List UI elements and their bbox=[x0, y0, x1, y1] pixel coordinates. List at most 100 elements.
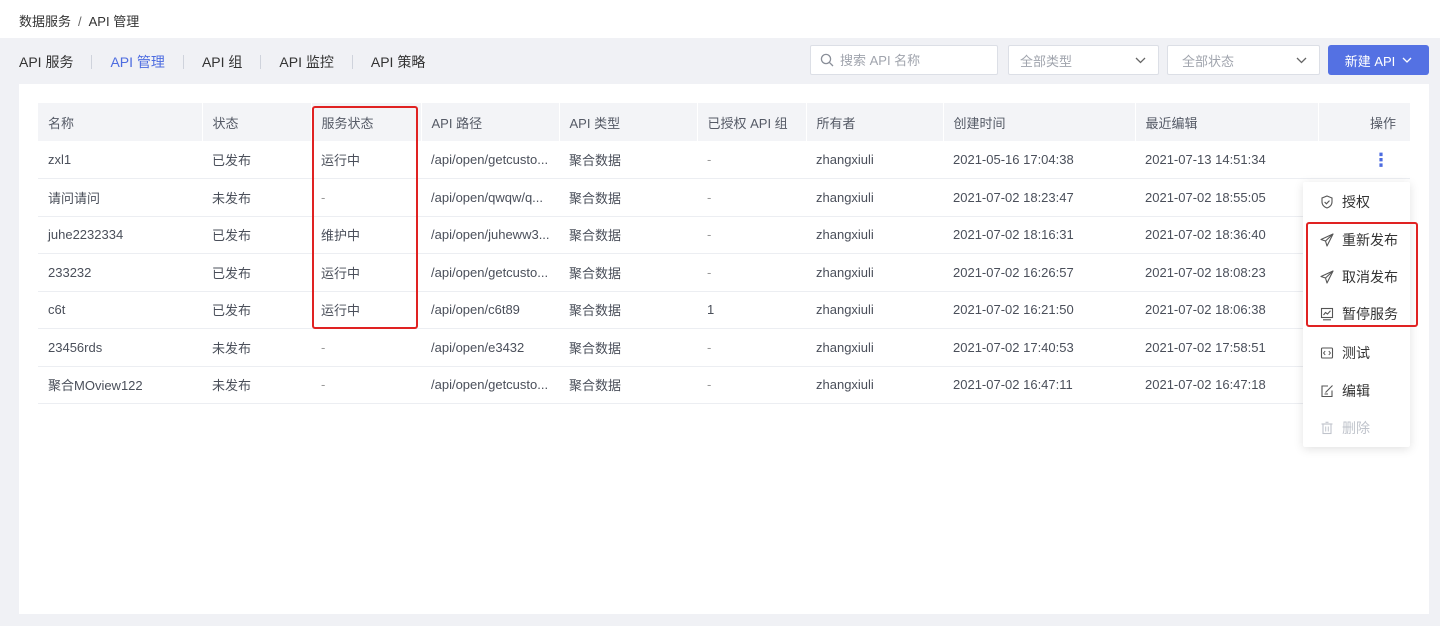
table-row[interactable]: c6t 已发布 运行中 /api/open/c6t89 聚合数据 1 zhang… bbox=[38, 291, 1410, 329]
cell-owner: zhangxiuli bbox=[816, 264, 874, 280]
status-filter-value: 全部状态 bbox=[1182, 53, 1235, 69]
more-vertical-icon[interactable]: ⋮ bbox=[1372, 150, 1390, 170]
menu-item-label: 取消发布 bbox=[1342, 269, 1398, 285]
tab-api-management[interactable]: API 管理 bbox=[110, 52, 164, 72]
cell-created-time: 2021-07-02 16:26:57 bbox=[953, 264, 1074, 280]
tab-api-group[interactable]: API 组 bbox=[202, 52, 242, 72]
cell-service-status: 运行中 bbox=[321, 153, 361, 168]
table-row[interactable]: 233232 已发布 运行中 /api/open/getcusto... 聚合数… bbox=[38, 254, 1410, 292]
menu-item-authorize[interactable]: 授权 bbox=[1303, 184, 1410, 220]
cell-name[interactable]: c6t bbox=[38, 291, 202, 329]
cell-owner: zhangxiuli bbox=[816, 302, 874, 318]
cell-name[interactable]: 请问请问 bbox=[38, 179, 202, 217]
cell-created-time: 2021-07-02 18:23:47 bbox=[953, 189, 1074, 205]
tab-divider bbox=[182, 55, 184, 69]
column-header-actions: 操作 bbox=[1369, 115, 1396, 131]
menu-item-edit[interactable]: 编辑 bbox=[1303, 373, 1410, 409]
cell-status: 已发布 bbox=[212, 153, 252, 168]
tab-api-service[interactable]: API 服务 bbox=[19, 52, 73, 72]
trash-icon bbox=[1321, 421, 1333, 435]
new-api-button-label: 新建 API bbox=[1344, 53, 1396, 69]
table-row[interactable]: zxl1 已发布 运行中 /api/open/getcusto... 聚合数据 … bbox=[38, 141, 1410, 179]
cell-authorized-group: - bbox=[707, 339, 712, 355]
cell-name[interactable]: juhe2232334 bbox=[38, 216, 202, 254]
column-header-last-edited: 最近编辑 bbox=[1135, 103, 1319, 141]
cell-status: 未发布 bbox=[212, 340, 252, 356]
menu-item-republish[interactable]: 重新发布 bbox=[1303, 222, 1410, 258]
column-header-status: 状态 bbox=[202, 103, 312, 141]
search-icon bbox=[820, 53, 834, 67]
cell-service-status: - bbox=[321, 377, 326, 393]
table-row[interactable]: juhe2232334 已发布 维护中 /api/open/juheww3...… bbox=[38, 216, 1410, 254]
cell-authorized-group: 1 bbox=[707, 302, 715, 318]
cell-api-path: /api/open/getcusto... bbox=[431, 264, 549, 280]
cell-created-time: 2021-07-02 18:16:31 bbox=[953, 227, 1074, 243]
breadcrumb: 数据服务 / API 管理 bbox=[0, 0, 1440, 38]
search-input[interactable] bbox=[840, 52, 990, 68]
cell-api-path: /api/open/e3432 bbox=[431, 339, 525, 355]
cell-service-status: 维护中 bbox=[321, 228, 361, 244]
cell-authorized-group: - bbox=[707, 189, 712, 205]
cell-owner: zhangxiuli bbox=[816, 189, 874, 205]
menu-item-label: 暂停服务 bbox=[1342, 306, 1398, 322]
menu-item-label: 删除 bbox=[1342, 420, 1370, 436]
cell-last-edited: 2021-07-02 17:58:51 bbox=[1145, 339, 1266, 355]
cell-api-path: /api/open/qwqw/q... bbox=[431, 189, 544, 205]
cell-authorized-group: - bbox=[707, 264, 712, 280]
monitor-chart-icon bbox=[1320, 307, 1334, 321]
cell-owner: zhangxiuli bbox=[816, 152, 874, 167]
cell-api-type: 聚合数据 bbox=[569, 378, 622, 394]
tab-api-policy[interactable]: API 策略 bbox=[371, 52, 425, 72]
cell-api-path: /api/open/getcusto... bbox=[431, 377, 549, 393]
cell-service-status: - bbox=[321, 339, 326, 355]
tab-bar: API 服务 API 管理 API 组 API 监控 API 策略 bbox=[19, 50, 425, 74]
cell-name[interactable]: 23456rds bbox=[38, 329, 202, 367]
chevron-down-icon bbox=[1296, 57, 1307, 63]
menu-item-pause-service[interactable]: 暂停服务 bbox=[1303, 296, 1410, 332]
breadcrumb-separator: / bbox=[78, 14, 82, 29]
table-row[interactable]: 聚合MOview122 未发布 - /api/open/getcusto... … bbox=[38, 366, 1410, 404]
cell-owner: zhangxiuli bbox=[816, 227, 874, 243]
type-filter-value: 全部类型 bbox=[1020, 53, 1073, 69]
cell-last-edited: 2021-07-13 14:51:34 bbox=[1145, 152, 1266, 167]
cell-api-path: /api/open/juheww3... bbox=[431, 227, 550, 243]
cell-created-time: 2021-07-02 17:40:53 bbox=[953, 339, 1074, 355]
table-row[interactable]: 请问请问 未发布 - /api/open/qwqw/q... 聚合数据 - zh… bbox=[38, 179, 1410, 217]
menu-item-unpublish[interactable]: 取消发布 bbox=[1303, 259, 1410, 295]
cell-authorized-group: - bbox=[707, 152, 712, 167]
menu-item-label: 授权 bbox=[1342, 194, 1370, 210]
column-header-service-status: 服务状态 bbox=[311, 103, 422, 141]
menu-item-test[interactable]: 测试 bbox=[1303, 335, 1410, 371]
new-api-button[interactable]: 新建 API bbox=[1328, 45, 1429, 75]
breadcrumb-current: API 管理 bbox=[88, 14, 140, 29]
cell-api-type: 聚合数据 bbox=[569, 190, 622, 206]
cell-status: 已发布 bbox=[212, 228, 252, 244]
menu-item-label: 重新发布 bbox=[1342, 232, 1398, 248]
cell-api-type: 聚合数据 bbox=[569, 228, 622, 244]
table-header-row: 名称 状态 服务状态 API 路径 API 类型 已授权 API 组 所有者 创… bbox=[38, 103, 1410, 141]
tab-divider bbox=[260, 55, 262, 69]
cell-name[interactable]: 233232 bbox=[38, 254, 202, 292]
status-filter-select[interactable]: 全部状态 bbox=[1167, 45, 1320, 75]
cell-name[interactable]: zxl1 bbox=[38, 141, 202, 179]
chevron-down-icon bbox=[1135, 57, 1146, 63]
chevron-down-icon bbox=[1402, 57, 1412, 63]
cell-name[interactable]: 聚合MOview122 bbox=[38, 366, 202, 404]
tab-api-monitor[interactable]: API 监控 bbox=[279, 52, 333, 72]
code-box-icon bbox=[1320, 347, 1334, 359]
cell-status: 未发布 bbox=[212, 190, 252, 206]
table-row[interactable]: 23456rds 未发布 - /api/open/e3432 聚合数据 - zh… bbox=[38, 329, 1410, 367]
cell-api-path: /api/open/c6t89 bbox=[431, 302, 520, 318]
cell-status: 已发布 bbox=[212, 265, 252, 281]
cell-api-type: 聚合数据 bbox=[569, 265, 622, 281]
menu-item-delete: 删除 bbox=[1303, 410, 1410, 446]
cell-api-path: /api/open/getcusto... bbox=[431, 152, 549, 167]
cell-api-type: 聚合数据 bbox=[569, 340, 622, 356]
breadcrumb-parent[interactable]: 数据服务 bbox=[19, 14, 71, 29]
cell-last-edited: 2021-07-02 16:47:18 bbox=[1145, 377, 1266, 393]
type-filter-select[interactable]: 全部类型 bbox=[1008, 45, 1159, 75]
search-box bbox=[810, 45, 998, 75]
cell-last-edited: 2021-07-02 18:55:05 bbox=[1145, 189, 1266, 205]
menu-item-label: 测试 bbox=[1342, 345, 1370, 361]
cell-last-edited: 2021-07-02 18:36:40 bbox=[1145, 227, 1266, 243]
